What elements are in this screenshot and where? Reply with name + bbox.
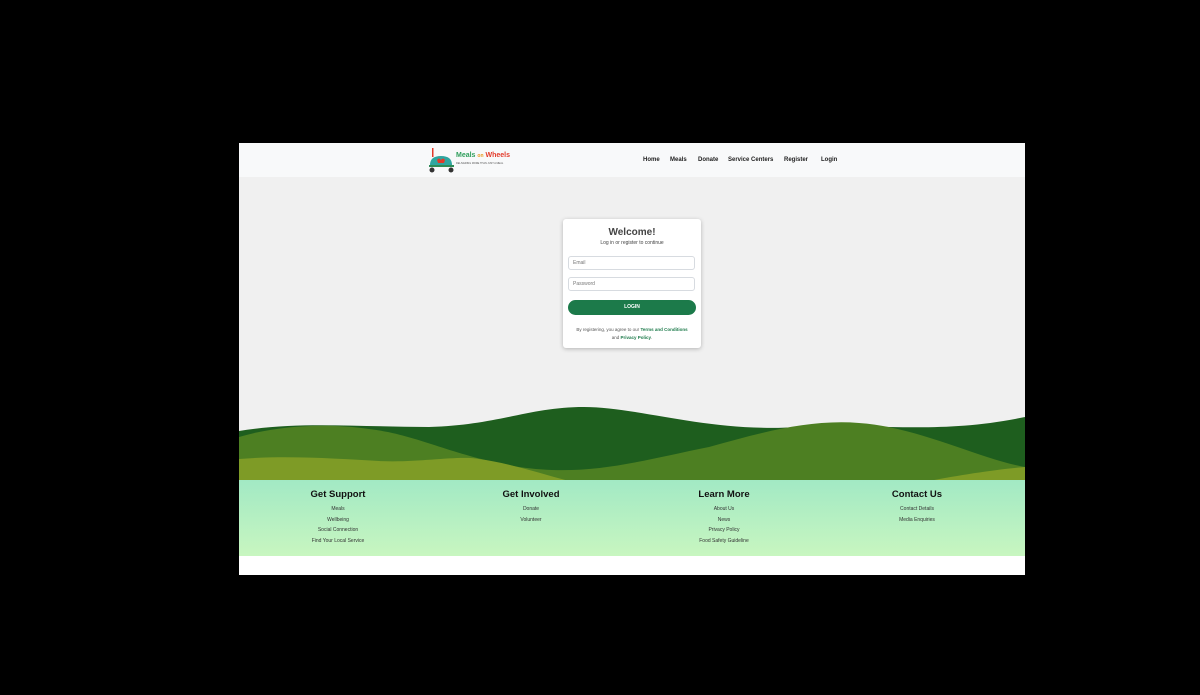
email-field[interactable]	[568, 256, 695, 270]
footer-column-get-involved: Get Involved Donate Volunteer	[471, 489, 591, 525]
logo-text: Meals on Wheels	[456, 152, 510, 159]
hills-decoration	[239, 407, 1025, 481]
footer-link[interactable]: About Us	[664, 504, 784, 515]
login-title: Welcome!	[608, 227, 656, 238]
logo-text-meals: Meals	[456, 152, 476, 159]
footer-link[interactable]: Find Your Local Service	[278, 536, 398, 547]
browser-page: Meals on Wheels DELIVERING MORE THAN JUS…	[239, 143, 1025, 575]
footer-link[interactable]: Media Enquiries	[857, 515, 977, 526]
footer-link[interactable]: Donate	[471, 504, 591, 515]
site-footer: Get Support Meals Wellbeing Social Conne…	[239, 480, 1025, 556]
footer-column-get-support: Get Support Meals Wellbeing Social Conne…	[278, 489, 398, 546]
nav-home[interactable]: Home	[643, 157, 660, 163]
nav-register[interactable]: Register	[784, 157, 808, 163]
site-logo[interactable]: Meals on Wheels DELIVERING MORE THAN JUS…	[428, 148, 510, 173]
logo-text-on: on	[477, 153, 484, 159]
footer-heading: Learn More	[698, 489, 750, 500]
nav-service-centers[interactable]: Service Centers	[728, 157, 773, 163]
footer-link[interactable]: Wellbeing	[278, 515, 398, 526]
password-field[interactable]	[568, 277, 695, 291]
nav-donate[interactable]: Donate	[698, 157, 718, 163]
login-subtitle: Log in or register to continue	[600, 240, 664, 246]
footer-link[interactable]: Social Connection	[278, 525, 398, 536]
terms-suffix: .	[651, 335, 653, 340]
navbar: Meals on Wheels DELIVERING MORE THAN JUS…	[239, 143, 1025, 177]
footer-link[interactable]: Meals	[278, 504, 398, 515]
footer-link[interactable]: Food Safety Guideline	[664, 536, 784, 547]
terms-and: and	[611, 335, 620, 340]
footer-link[interactable]: Contact Details	[857, 504, 977, 515]
terms-link[interactable]: Terms and Conditions	[640, 327, 687, 332]
logo-tagline: DELIVERING MORE THAN JUST A MEAL	[456, 162, 504, 165]
footer-link[interactable]: News	[664, 515, 784, 526]
footer-column-learn-more: Learn More About Us News Privacy Policy …	[664, 489, 784, 546]
footer-column-contact-us: Contact Us Contact Details Media Enquiri…	[857, 489, 977, 525]
logo-text-wheels: Wheels	[485, 152, 510, 159]
footer-heading: Get Support	[310, 489, 366, 500]
login-card: Welcome! Log in or register to continue …	[563, 219, 701, 348]
nav-login[interactable]: Login	[821, 157, 837, 163]
footer-link[interactable]: Privacy Policy	[664, 525, 784, 536]
nav-meals[interactable]: Meals	[670, 157, 687, 163]
terms-prefix: By registering, you agree to our	[576, 327, 640, 332]
footer-heading: Get Involved	[502, 489, 560, 500]
footer-link[interactable]: Volunteer	[471, 515, 591, 526]
terms-notice: By registering, you agree to our Terms a…	[573, 326, 691, 342]
page-bottom-strip	[239, 556, 1025, 575]
footer-heading: Contact Us	[891, 489, 943, 500]
privacy-link[interactable]: Privacy Policy	[620, 335, 651, 340]
login-button[interactable]: LOGIN	[568, 300, 696, 315]
